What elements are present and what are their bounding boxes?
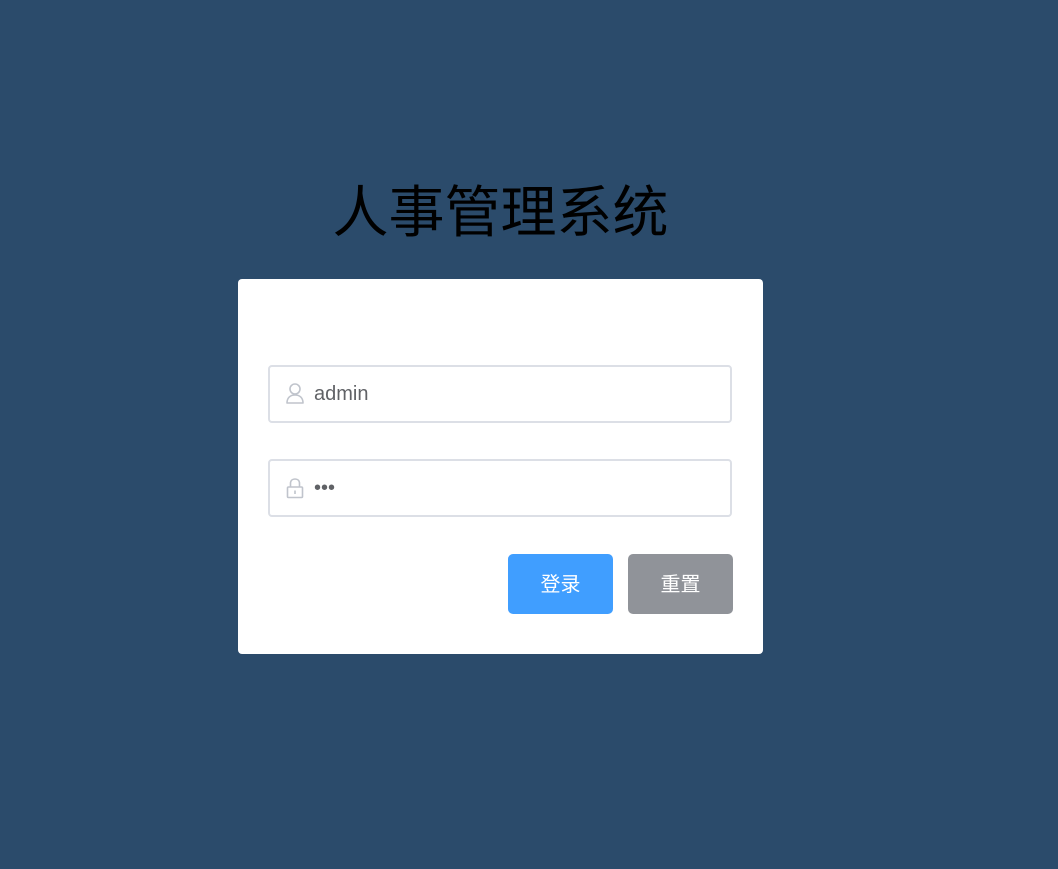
page-title: 人事管理系统 bbox=[332, 181, 669, 246]
lock-icon bbox=[284, 476, 306, 500]
login-button[interactable]: 登录 bbox=[508, 554, 613, 614]
user-icon bbox=[284, 382, 306, 406]
username-input[interactable] bbox=[314, 367, 718, 421]
login-card: ••• 登录 重置 bbox=[238, 279, 763, 654]
reset-button[interactable]: 重置 bbox=[628, 554, 733, 614]
username-field[interactable] bbox=[268, 365, 732, 423]
password-field[interactable]: ••• bbox=[268, 459, 732, 517]
password-input[interactable]: ••• bbox=[314, 461, 718, 515]
